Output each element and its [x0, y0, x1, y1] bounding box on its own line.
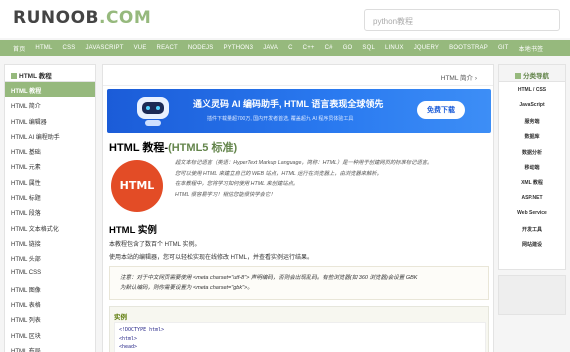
sidebar-item[interactable]: HTML 教程: [5, 82, 95, 98]
main-content: HTML 简介 › 通义灵码 AI 编码助手, HTML 语言表现全球领先 插件…: [102, 64, 494, 352]
page-title: HTML 教程-(HTML5 标准): [109, 142, 238, 154]
intro-line: 您可以使用 HTML 来建立自己的 WEB 站点，HTML 运行在浏览器上，由浏…: [175, 170, 382, 177]
section-title: HTML 实例: [109, 225, 157, 236]
nav-item[interactable]: BOOTSTRAP: [449, 45, 488, 51]
nav-item[interactable]: PYTHON3: [223, 45, 253, 51]
divider: [103, 85, 493, 86]
note-box: 注意：对于中文网页需要使用 <meta charset="utf-8"> 声明编…: [109, 266, 489, 300]
category-item[interactable]: JavaScript: [499, 97, 565, 112]
sidebar-item[interactable]: HTML 列表: [5, 311, 95, 326]
left-sidebar-title: HTML 教程: [5, 65, 95, 82]
note-line: 为默认编码，则你需要设置为 <meta charset="gbk">。: [120, 285, 253, 291]
sidebar-item[interactable]: HTML 简介: [5, 97, 95, 112]
top-nav: 首页 HTML CSS JAVASCRIPT VUE REACT NODEJS PYTHON3…: [0, 40, 570, 56]
next-page-link[interactable]: HTML 简介 ›: [441, 72, 477, 82]
left-sidebar: HTML 教程 HTML 教程 HTML 简介 HTML 编辑器 HTML AI 编程…: [4, 64, 96, 352]
category-item[interactable]: 服务端: [499, 113, 565, 128]
list-icon: [515, 73, 521, 79]
note-line: 注意：对于中文网页需要使用 <meta charset="utf-8"> 声明编…: [120, 275, 418, 281]
code-line: <!DOCTYPE html>: [119, 327, 165, 333]
code-block: <!DOCTYPE html><html><head><meta charset…: [114, 322, 486, 352]
category-item[interactable]: 数据库: [499, 128, 565, 143]
nav-item[interactable]: C: [288, 45, 293, 51]
html-logo: HTML: [111, 160, 163, 212]
robot-icon: [137, 97, 169, 126]
intro-line: 在本教程中，您将学习如何使用 HTML 来创建站点。: [175, 181, 299, 188]
nav-item[interactable]: GIT: [498, 45, 509, 51]
site-header: RUNOOB.COM python教程: [0, 0, 570, 38]
sidebar-item[interactable]: HTML AI 编程助手: [5, 128, 95, 143]
nav-item[interactable]: 本地书签: [519, 44, 544, 53]
nav-item[interactable]: GO: [343, 45, 353, 51]
site-logo[interactable]: RUNOOB.COM: [13, 8, 151, 28]
nav-item[interactable]: 首页: [13, 44, 25, 53]
nav-item[interactable]: CSS: [63, 45, 76, 51]
nav-item[interactable]: HTML: [35, 45, 52, 51]
category-item[interactable]: HTML / CSS: [499, 82, 565, 97]
category-item[interactable]: ASP.NET: [499, 190, 565, 205]
sidebar-item[interactable]: HTML 区块: [5, 327, 95, 342]
banner-subtitle: 插件下载量超700万, 国内开发者首选, 覆盖超九 AI 程序员体验工具: [207, 116, 354, 122]
sidebar-item[interactable]: HTML 头部: [5, 250, 95, 265]
list-icon: [11, 73, 17, 79]
sidebar-item[interactable]: HTML 段落: [5, 204, 95, 219]
ad-banner[interactable]: 通义灵码 AI 编码助手, HTML 语言表现全球领先 插件下载量超700万, …: [107, 89, 491, 133]
sidebar-item[interactable]: HTML 属性: [5, 174, 95, 189]
sidebar-item[interactable]: HTML 标题: [5, 189, 95, 204]
sidebar-item[interactable]: HTML 布局: [5, 342, 95, 352]
right-sidebar: 分类导航 HTML / CSS JavaScript 服务端 数据库 数据分析 移动端 XM…: [498, 64, 566, 270]
sidebar-item[interactable]: HTML 图像: [5, 281, 95, 296]
nav-item[interactable]: SQL: [362, 45, 375, 51]
sidebar-item[interactable]: HTML 表格: [5, 296, 95, 311]
search-input[interactable]: python教程: [364, 9, 560, 31]
sidebar-item[interactable]: HTML 文本格式化: [5, 220, 95, 235]
example-label: 实例: [114, 314, 127, 321]
category-item[interactable]: 移动端: [499, 159, 565, 174]
nav-item[interactable]: C++: [303, 45, 315, 51]
intro-text: 超文本标记语言（英语：HyperText Markup Language，简称：…: [175, 158, 485, 201]
banner-title: 通义灵码 AI 编码助手, HTML 语言表现全球领先: [193, 99, 384, 109]
paragraph: 本教程包含了数百个 HTML 实例。: [109, 242, 201, 248]
intro-line: HTML 很容易学习！相信您能很快学会它！: [175, 192, 276, 199]
nav-item[interactable]: NODEJS: [188, 45, 214, 51]
sidebar-item[interactable]: HTML 基础: [5, 143, 95, 158]
code-line: <html>: [119, 335, 138, 342]
example-box: 实例 <!DOCTYPE html><html><head><meta char…: [109, 306, 489, 352]
side-ad-placeholder: [498, 275, 566, 315]
nav-item[interactable]: VUE: [134, 45, 147, 51]
download-button[interactable]: 免费下载: [417, 101, 465, 119]
code-line: <head>: [119, 344, 138, 350]
nav-item[interactable]: JQUERY: [414, 45, 439, 51]
category-item[interactable]: 开发工具: [499, 221, 565, 236]
sidebar-item[interactable]: HTML CSS: [5, 266, 95, 281]
category-item[interactable]: 数据分析: [499, 144, 565, 159]
nav-item[interactable]: JAVASCRIPT: [85, 45, 123, 51]
nav-item[interactable]: C#: [325, 45, 333, 51]
nav-item[interactable]: REACT: [157, 45, 178, 51]
right-sidebar-title: 分类导航: [499, 65, 565, 82]
category-item[interactable]: 网站建设: [499, 236, 565, 251]
category-item[interactable]: XML 教程: [499, 174, 565, 189]
nav-item[interactable]: JAVA: [263, 45, 278, 51]
sidebar-item[interactable]: HTML 编辑器: [5, 113, 95, 128]
sidebar-item[interactable]: HTML 元素: [5, 158, 95, 173]
paragraph: 使用本站的编辑器，您可以轻松实现在线修改 HTML，并查看实例运行结果。: [109, 255, 314, 261]
sidebar-item[interactable]: HTML 链接: [5, 235, 95, 250]
intro-line: 超文本标记语言（英语：HyperText Markup Language，简称：…: [175, 160, 433, 166]
nav-item[interactable]: LINUX: [385, 45, 404, 51]
category-item[interactable]: Web Service: [499, 205, 565, 220]
